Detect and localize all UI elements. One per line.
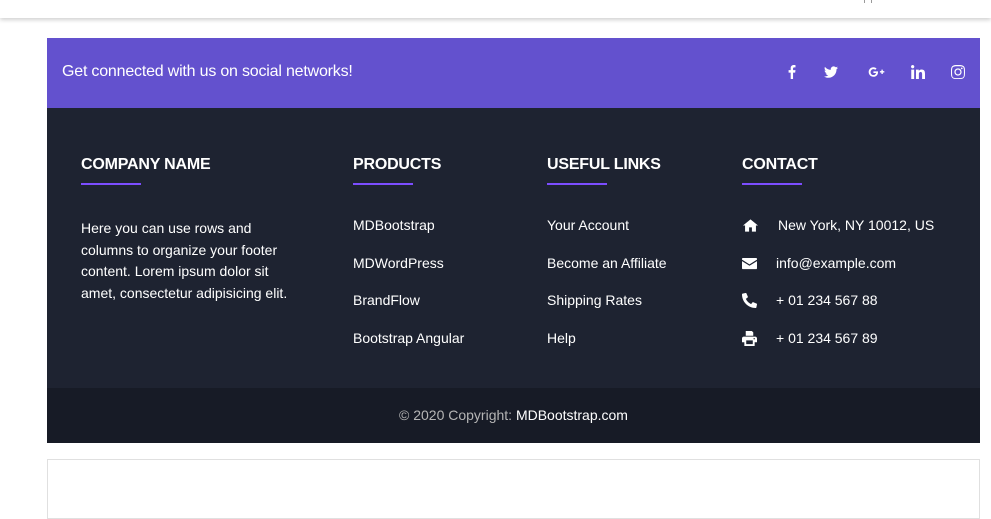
product-link-brandflow[interactable]: BrandFlow — [353, 292, 464, 330]
product-link-bootstrap-angular[interactable]: Bootstrap Angular — [353, 330, 464, 368]
link-your-account[interactable]: Your Account — [547, 217, 667, 255]
social-band: Get connected with us on social networks… — [47, 38, 980, 108]
navbar-icon-fragment — [864, 0, 872, 3]
company-description: Here you can use rows and columns to org… — [81, 220, 288, 301]
facebook-icon[interactable] — [782, 62, 802, 82]
contact-phone: + 01 234 567 88 — [742, 292, 934, 330]
contact-phone-text[interactable]: + 01 234 567 88 — [776, 292, 878, 309]
link-shipping-rates[interactable]: Shipping Rates — [547, 292, 667, 330]
company-title: COMPANY NAME — [81, 156, 211, 173]
envelope-icon — [742, 255, 776, 272]
company-column: COMPANY NAME Here you can use rows and c… — [81, 156, 296, 304]
link-become-affiliate[interactable]: Become an Affiliate — [547, 255, 667, 293]
products-column: PRODUCTS MDBootstrap MDWordPress BrandFl… — [353, 156, 464, 367]
contact-address-text: New York, NY 10012, US — [778, 217, 935, 233]
products-title: PRODUCTS — [353, 156, 442, 173]
page-footer: Get connected with us on social networks… — [47, 38, 980, 443]
product-link-mdwordpress[interactable]: MDWordPress — [353, 255, 464, 293]
contact-fax-text: + 01 234 567 89 — [776, 329, 878, 346]
contact-column: CONTACT New York, NY 10012, US info@exam… — [742, 156, 934, 367]
title-divider — [742, 183, 802, 185]
google-plus-icon[interactable] — [866, 62, 886, 82]
twitter-icon[interactable] — [821, 62, 841, 82]
contact-fax: + 01 234 567 89 — [742, 330, 934, 368]
copyright: © 2020 Copyright: MDBootstrap.com — [47, 407, 980, 423]
content-card — [47, 459, 980, 519]
contact-title: CONTACT — [742, 156, 818, 173]
title-divider — [353, 183, 413, 185]
link-help[interactable]: Help — [547, 330, 667, 368]
instagram-icon[interactable] — [948, 62, 968, 82]
contact-email: info@example.com — [742, 255, 934, 293]
useful-links-column: USEFUL LINKS Your Account Become an Affi… — [547, 156, 667, 367]
contact-address: New York, NY 10012, US — [742, 217, 934, 255]
social-heading: Get connected with us on social networks… — [62, 63, 353, 80]
home-icon — [742, 217, 776, 234]
print-icon — [742, 330, 776, 347]
phone-icon — [742, 292, 776, 309]
copyright-band: © 2020 Copyright: MDBootstrap.com — [47, 388, 980, 443]
title-divider — [547, 183, 607, 185]
title-divider — [81, 183, 141, 185]
linkedin-icon[interactable] — [908, 62, 928, 82]
copyright-link[interactable]: MDBootstrap.com — [516, 407, 628, 423]
useful-links-title: USEFUL LINKS — [547, 156, 661, 173]
contact-email-text[interactable]: info@example.com — [776, 255, 896, 272]
product-link-mdbootstrap[interactable]: MDBootstrap — [353, 217, 464, 255]
copyright-prefix: © 2020 Copyright: — [399, 407, 516, 423]
top-navbar — [0, 0, 991, 18]
